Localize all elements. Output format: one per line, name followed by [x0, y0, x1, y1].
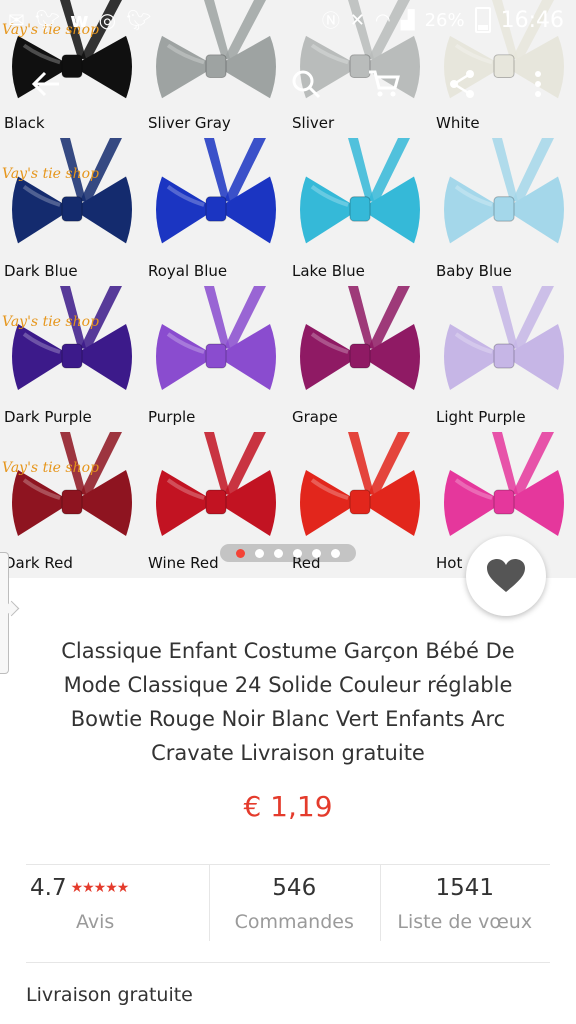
- shop-watermark: Vay's tie shop: [2, 166, 99, 182]
- battery-percent: 26%: [424, 9, 465, 31]
- color-variant-label: Royal Blue: [148, 262, 228, 280]
- twitter-icon: 🐦︎: [34, 8, 61, 32]
- signal-icon: ▟: [400, 9, 415, 31]
- color-variant-label: Dark Blue: [4, 262, 78, 280]
- product-stats: 4.7 ★★★★★ Avis 546 Commandes 1541 Liste d…: [26, 864, 550, 943]
- color-variant-tile[interactable]: Vay's tie shop Dark Purple: [0, 286, 144, 432]
- color-variant-tile[interactable]: Vay's tie shop Dark Red: [0, 432, 144, 578]
- mail-icon: ✉: [8, 8, 25, 32]
- color-variant-label: Baby Blue: [436, 262, 512, 280]
- color-variant-label: Sliver Gray: [148, 114, 231, 132]
- orders-stat[interactable]: 546 Commandes: [209, 865, 379, 943]
- shop-watermark: Vay's tie shop: [2, 314, 99, 330]
- color-variant-tile[interactable]: Royal Blue: [144, 138, 288, 286]
- color-variant-tile[interactable]: Baby Blue: [432, 138, 576, 286]
- search-icon[interactable]: [286, 58, 326, 110]
- drawer-handle[interactable]: [0, 552, 9, 674]
- product-title: Classique Enfant Costume Garçon Bébé De …: [61, 639, 515, 765]
- wishlist-button[interactable]: [466, 536, 546, 616]
- app-toolbar: [0, 58, 576, 110]
- mute-icon: ✕: [349, 9, 366, 31]
- orders-count: 546: [272, 875, 317, 901]
- carousel-dot[interactable]: [236, 548, 245, 558]
- color-variant-label: Wine Red: [148, 554, 219, 572]
- orders-label: Commandes: [234, 911, 354, 933]
- sync-icon: ◎: [98, 8, 117, 32]
- product-image-carousel[interactable]: Vay's tie shop Black Sliver Gray Sliver Whit…: [0, 0, 576, 578]
- color-variant-label: White: [436, 114, 480, 132]
- nfc-icon: Ⓝ: [321, 11, 340, 32]
- color-variant-label: Black: [4, 114, 45, 132]
- section-divider: [26, 962, 550, 963]
- battery-icon: [474, 7, 491, 33]
- rating-stat[interactable]: 4.7 ★★★★★ Avis: [26, 865, 209, 943]
- cart-icon[interactable]: [364, 58, 404, 110]
- w-icon: w: [70, 8, 89, 32]
- color-variant-label: Grape: [292, 408, 338, 426]
- carousel-dot[interactable]: [274, 548, 283, 558]
- color-variant-label: Dark Red: [4, 554, 73, 572]
- wishlist-count: 1541: [435, 875, 495, 901]
- color-variant-tile[interactable]: Vay's tie shop Dark Blue: [0, 138, 144, 286]
- heart-icon: [487, 559, 525, 592]
- shop-watermark: Vay's tie shop: [2, 460, 99, 476]
- carousel-dot[interactable]: [331, 548, 340, 558]
- carousel-indicator: [220, 544, 356, 562]
- color-variant-tile[interactable]: Grape: [288, 286, 432, 432]
- clock: 16:46: [500, 7, 564, 33]
- color-variant-label: Sliver: [292, 114, 335, 132]
- carousel-dot[interactable]: [255, 548, 264, 558]
- rating-value: 4.7: [30, 875, 67, 901]
- wifi-icon: ◠: [375, 9, 391, 31]
- product-price: € 1,19: [243, 790, 333, 823]
- reviews-label: Avis: [76, 911, 115, 933]
- carousel-dot[interactable]: [312, 548, 321, 558]
- shipping-info[interactable]: Livraison gratuite: [26, 984, 193, 1006]
- back-arrow-icon[interactable]: [26, 58, 66, 110]
- color-variant-tile[interactable]: Light Purple: [432, 286, 576, 432]
- color-variant-label: Dark Purple: [4, 408, 92, 426]
- color-variant-tile[interactable]: Purple: [144, 286, 288, 432]
- status-bar: ✉ 🐦︎ w ◎ 🐦︎ Ⓝ ✕ ◠ ▟ 26% 16:46: [0, 0, 576, 40]
- wishlist-label: Liste de vœux: [397, 911, 533, 933]
- twitter-icon: 🐦︎: [126, 8, 152, 32]
- wishlist-stat[interactable]: 1541 Liste de vœux: [379, 865, 550, 943]
- color-variant-tile[interactable]: Lake Blue: [288, 138, 432, 286]
- color-variant-label: Hot: [436, 554, 463, 572]
- color-variant-label: Purple: [148, 408, 196, 426]
- color-variant-label: Lake Blue: [292, 262, 365, 280]
- more-icon[interactable]: [518, 58, 558, 110]
- color-variant-label: Light Purple: [436, 408, 526, 426]
- rating-stars-icon: ★★★★★: [70, 880, 130, 896]
- carousel-dot[interactable]: [293, 548, 302, 558]
- share-icon[interactable]: [442, 58, 482, 110]
